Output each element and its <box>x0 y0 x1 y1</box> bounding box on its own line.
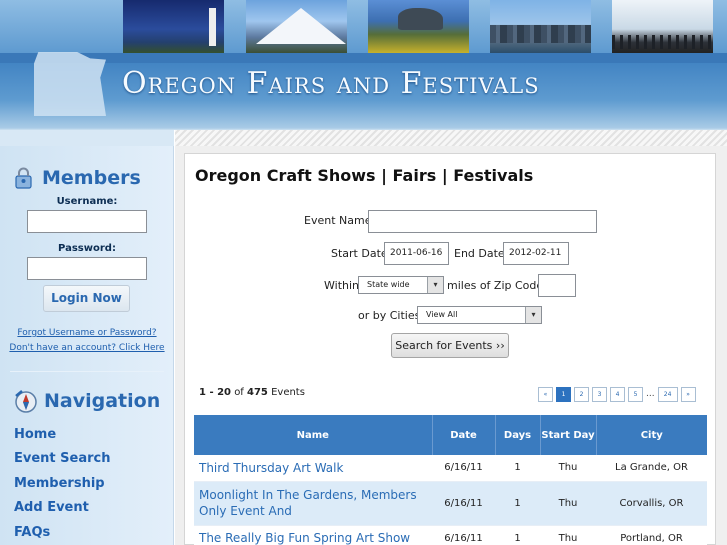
event-date: 6/16/11 <box>432 525 495 545</box>
event-days: 1 <box>495 455 540 482</box>
signup-link[interactable]: Don't have an account? Click Here <box>0 343 174 353</box>
cities-label: or by Cities <box>358 309 421 322</box>
column-header-city[interactable]: City <box>596 415 707 455</box>
pagination-page-1[interactable]: 1 <box>556 386 571 402</box>
events-table: Name Date Days Start Day City Third Thur… <box>194 415 707 545</box>
zip-label: miles of Zip Code: <box>447 279 547 292</box>
column-header-date[interactable]: Date <box>432 415 496 455</box>
sidebar: Members Username: Password: Login Now Fo… <box>0 130 174 545</box>
table-row: Moonlight In The Gardens, Members Only E… <box>194 481 707 526</box>
sidebar-top-strip <box>0 130 174 146</box>
event-name-link[interactable]: The Really Big Fun Spring Art Show <box>194 525 432 545</box>
table-header-row: Name Date Days Start Day City <box>194 415 707 455</box>
start-date-label: Start Date <box>331 247 388 260</box>
forgot-credentials-link[interactable]: Forgot Username or Password? <box>0 328 174 338</box>
event-city: Corvallis, OR <box>596 481 707 526</box>
pagination-page-last[interactable]: 24 <box>657 386 678 402</box>
event-city: La Grande, OR <box>596 455 707 482</box>
results-total: 475 <box>247 387 268 398</box>
header-stripe <box>0 53 727 63</box>
event-days: 1 <box>495 481 540 526</box>
lighthouse-photo <box>123 0 224 53</box>
nav-item-home[interactable]: Home <box>14 427 56 442</box>
event-city: Portland, OR <box>596 525 707 545</box>
pagination: « 1 2 3 4 5 ... 24 » <box>538 386 699 402</box>
pagination-page-5[interactable]: 5 <box>628 386 643 402</box>
dropdown-arrow-icon: ▾ <box>525 307 541 323</box>
pagination-page-3[interactable]: 3 <box>592 386 607 402</box>
table-row: Third Thursday Art Walk 6/16/11 1 Thu La… <box>194 455 707 482</box>
login-button[interactable]: Login Now <box>43 285 130 312</box>
column-header-name[interactable]: Name <box>194 415 433 455</box>
navigation-heading: Navigation <box>13 388 160 414</box>
within-label: Within <box>324 279 360 292</box>
pagination-prev[interactable]: « <box>538 386 553 402</box>
pagination-page-2[interactable]: 2 <box>574 386 589 402</box>
end-date-label: End Date <box>454 247 505 260</box>
sidebar-divider <box>10 371 164 372</box>
nav-item-membership[interactable]: Membership <box>14 476 105 491</box>
site-header: Oregon Fairs and Festivals <box>0 0 727 130</box>
event-start-day: Thu <box>540 455 596 482</box>
within-select[interactable]: State wide ▾ <box>358 276 444 294</box>
pagination-ellipsis: ... <box>646 389 655 399</box>
results-range: 1 - 20 <box>199 387 231 398</box>
column-header-start-day[interactable]: Start Day <box>540 415 597 455</box>
members-heading: Members <box>13 166 141 190</box>
site-title[interactable]: Oregon Fairs and Festivals <box>122 66 540 101</box>
oregon-state-icon <box>34 52 106 116</box>
password-input[interactable] <box>27 257 147 280</box>
start-date-input[interactable]: 2011-06-16 <box>384 242 449 265</box>
username-input[interactable] <box>27 210 147 233</box>
results-summary: 1 - 20 of 475 Events <box>199 387 305 398</box>
event-start-day: Thu <box>540 481 596 526</box>
crowd-photo <box>612 0 713 53</box>
table-row: The Really Big Fun Spring Art Show 6/16/… <box>194 525 707 545</box>
lock-user-icon <box>15 167 32 189</box>
password-label: Password: <box>58 243 116 254</box>
event-start-day: Thu <box>540 525 596 545</box>
username-label: Username: <box>56 196 118 207</box>
compass-icon <box>15 390 37 413</box>
zip-input[interactable] <box>538 274 576 297</box>
event-name-label: Event Name <box>304 214 372 227</box>
column-header-days[interactable]: Days <box>495 415 541 455</box>
search-events-button[interactable]: Search for Events ›› <box>391 333 509 358</box>
event-name-input[interactable] <box>368 210 597 233</box>
cities-select-value: View All <box>426 310 458 319</box>
cities-select[interactable]: View All ▾ <box>417 306 542 324</box>
pagination-page-4[interactable]: 4 <box>610 386 625 402</box>
event-date: 6/16/11 <box>432 455 495 482</box>
pagination-next[interactable]: » <box>680 386 696 402</box>
dropdown-arrow-icon: ▾ <box>427 277 443 293</box>
city-skyline-photo <box>490 0 591 53</box>
event-days: 1 <box>495 525 540 545</box>
navigation-heading-label: Navigation <box>44 390 161 412</box>
event-name-link[interactable]: Moonlight In The Gardens, Members Only E… <box>194 481 432 526</box>
page-title: Oregon Craft Shows | Fairs | Festivals <box>195 166 534 185</box>
results-of: of <box>234 387 244 398</box>
results-suffix: Events <box>271 387 305 398</box>
nav-item-add-event[interactable]: Add Event <box>14 500 89 515</box>
end-date-input[interactable]: 2012-02-11 <box>503 242 569 265</box>
event-date: 6/16/11 <box>432 481 495 526</box>
nav-item-event-search[interactable]: Event Search <box>14 451 111 466</box>
mountain-photo <box>246 0 347 53</box>
within-select-value: State wide <box>367 280 410 289</box>
members-heading-label: Members <box>42 167 141 189</box>
event-name-link[interactable]: Third Thursday Art Walk <box>194 455 432 482</box>
coast-photo <box>368 0 469 53</box>
nav-item-faqs[interactable]: FAQs <box>14 525 50 540</box>
